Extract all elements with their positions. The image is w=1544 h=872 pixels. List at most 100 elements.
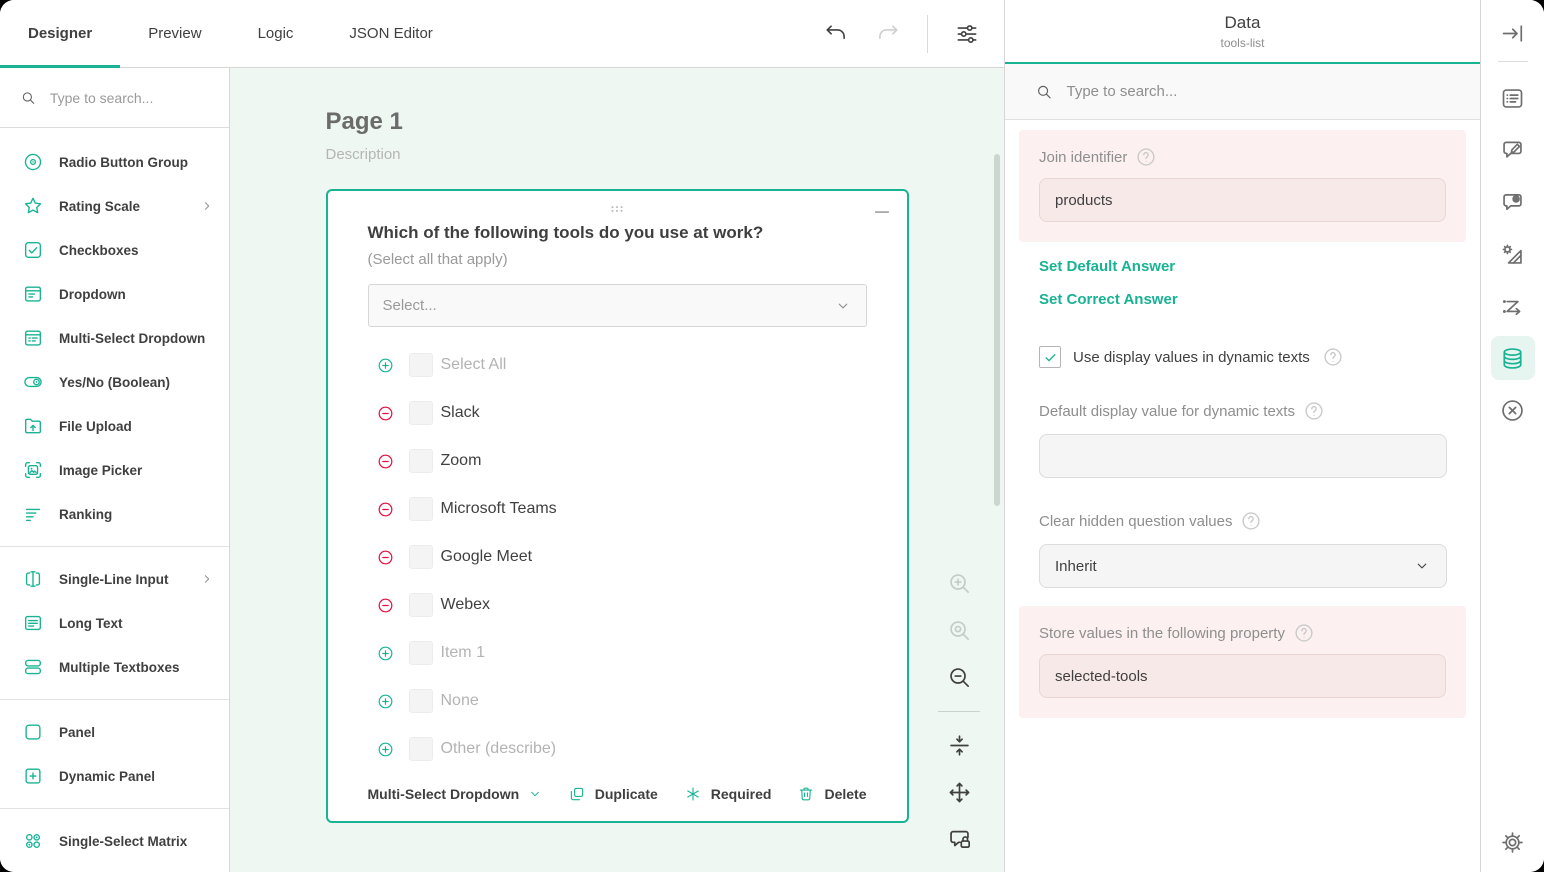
- tab-json-editor[interactable]: JSON Editor: [321, 0, 460, 67]
- zoom-in-icon[interactable]: [946, 570, 973, 597]
- choice-label[interactable]: Google Meet: [441, 548, 533, 566]
- question-type-selector[interactable]: Multi-Select Dropdown: [368, 786, 544, 802]
- join-identifier-input[interactable]: [1039, 178, 1446, 222]
- toolbox-item-boolean[interactable]: Yes/No (Boolean): [0, 360, 229, 404]
- delete-button[interactable]: Delete: [797, 785, 866, 803]
- drag-handle-icon[interactable]: [606, 198, 628, 220]
- required-button[interactable]: Required: [684, 785, 772, 803]
- page-description[interactable]: Description: [326, 146, 909, 163]
- question-description[interactable]: (Select all that apply): [368, 251, 867, 268]
- remove-choice-icon[interactable]: [376, 404, 395, 423]
- tab-logic[interactable]: Logic: [230, 0, 322, 67]
- toolbox-item-radio-button-group[interactable]: Radio Button Group: [0, 140, 229, 184]
- remove-choice-icon[interactable]: [376, 500, 395, 519]
- help-icon[interactable]: [1293, 622, 1315, 644]
- choice-label[interactable]: Microsoft Teams: [441, 500, 557, 518]
- help-icon[interactable]: [1135, 146, 1157, 168]
- toolbox-item-multiple-textboxes[interactable]: Multiple Textboxes: [0, 645, 229, 689]
- toolbox-item-long-text[interactable]: Long Text: [0, 601, 229, 645]
- question-title[interactable]: Which of the following tools do you use …: [368, 223, 867, 243]
- choice-checkbox[interactable]: [409, 497, 433, 521]
- add-choice-icon[interactable]: [376, 356, 395, 375]
- store-values-input[interactable]: [1039, 654, 1446, 698]
- help-icon[interactable]: [1322, 346, 1344, 368]
- choice-checkbox[interactable]: [409, 449, 433, 473]
- choice-label[interactable]: Zoom: [441, 452, 482, 470]
- toolbox-item-dynamic-panel[interactable]: Dynamic Panel: [0, 754, 229, 798]
- choice-checkbox[interactable]: [409, 593, 433, 617]
- category-choices[interactable]: [1491, 124, 1535, 176]
- choice-row-select-all[interactable]: Select All: [368, 341, 867, 389]
- page-title[interactable]: Page 1: [326, 108, 909, 136]
- choice-checkbox[interactable]: [409, 689, 433, 713]
- strip-settings[interactable]: [1499, 829, 1526, 856]
- undo-icon[interactable]: [823, 21, 849, 47]
- toolbox-item-rating-scale[interactable]: Rating Scale: [0, 184, 229, 228]
- choice-checkbox[interactable]: [409, 353, 433, 377]
- choice-checkbox[interactable]: [409, 641, 433, 665]
- choice-row-other[interactable]: Other (describe): [368, 725, 867, 773]
- choice-row-webex[interactable]: Webex: [368, 581, 867, 629]
- choice-row-zoom[interactable]: Zoom: [368, 437, 867, 485]
- use-display-values-checkbox[interactable]: [1039, 346, 1061, 368]
- choice-row-item1[interactable]: Item 1: [368, 629, 867, 677]
- zoom-out-icon[interactable]: [946, 664, 973, 691]
- toolbox-item-dropdown[interactable]: Dropdown: [0, 272, 229, 316]
- choice-checkbox[interactable]: [409, 545, 433, 569]
- remove-choice-icon[interactable]: [376, 452, 395, 471]
- redo-icon[interactable]: [875, 21, 901, 47]
- choice-label[interactable]: Item 1: [441, 644, 485, 662]
- set-default-answer-link[interactable]: Set Default Answer: [1039, 258, 1175, 275]
- toolbox-item-single-line-input[interactable]: Single-Line Input: [0, 557, 229, 601]
- collapse-question-icon[interactable]: [871, 201, 893, 223]
- choice-row-slack[interactable]: Slack: [368, 389, 867, 437]
- choice-row-microsoft-teams[interactable]: Microsoft Teams: [368, 485, 867, 533]
- expand-all-icon[interactable]: [946, 779, 973, 806]
- remove-choice-icon[interactable]: [376, 548, 395, 567]
- category-general[interactable]: [1491, 72, 1535, 124]
- duplicate-button[interactable]: Duplicate: [568, 785, 658, 803]
- collapse-panel-icon[interactable]: [1499, 20, 1526, 47]
- survey-settings-icon[interactable]: [954, 21, 980, 47]
- default-display-value-input[interactable]: [1039, 434, 1447, 478]
- add-choice-icon[interactable]: [376, 740, 395, 759]
- chevron-right-icon[interactable]: [199, 571, 215, 587]
- toolbox-item-single-select-matrix[interactable]: Single-Select Matrix: [0, 819, 229, 863]
- chevron-right-icon[interactable]: [199, 198, 215, 214]
- question-card[interactable]: Which of the following tools do you use …: [326, 189, 909, 823]
- toolbox-item-panel[interactable]: Panel: [0, 710, 229, 754]
- help-icon[interactable]: [1303, 400, 1325, 422]
- choice-checkbox[interactable]: [409, 401, 433, 425]
- property-search-input[interactable]: [1066, 83, 1450, 100]
- category-logic[interactable]: [1491, 280, 1535, 332]
- toolbox-search-input[interactable]: [50, 90, 209, 106]
- toolbox-item-file-upload[interactable]: File Upload: [0, 404, 229, 448]
- choice-label[interactable]: Select All: [441, 356, 507, 374]
- toolbox-item-ranking[interactable]: Ranking: [0, 492, 229, 536]
- clear-hidden-values-dropdown[interactable]: Inherit: [1039, 544, 1447, 588]
- category-choices-from-web[interactable]: [1491, 176, 1535, 228]
- choice-checkbox[interactable]: [409, 737, 433, 761]
- set-correct-answer-link[interactable]: Set Correct Answer: [1039, 291, 1178, 308]
- add-choice-icon[interactable]: [376, 692, 395, 711]
- remove-choice-icon[interactable]: [376, 596, 395, 615]
- tab-preview[interactable]: Preview: [120, 0, 229, 67]
- choice-label[interactable]: Other (describe): [441, 740, 557, 758]
- category-layout[interactable]: [1491, 228, 1535, 280]
- choice-row-none[interactable]: None: [368, 677, 867, 725]
- add-choice-icon[interactable]: [376, 644, 395, 663]
- zoom-reset-icon[interactable]: [946, 617, 973, 644]
- help-icon[interactable]: [1240, 510, 1262, 532]
- choice-label[interactable]: None: [441, 692, 479, 710]
- toolbox-item-checkboxes[interactable]: Checkboxes: [0, 228, 229, 272]
- choice-row-google-meet[interactable]: Google Meet: [368, 533, 867, 581]
- question-select-combobox[interactable]: Select...: [368, 284, 867, 327]
- category-data[interactable]: [1491, 336, 1535, 380]
- choice-label[interactable]: Webex: [441, 596, 491, 614]
- collapse-all-icon[interactable]: [946, 732, 973, 759]
- tab-designer[interactable]: Designer: [0, 0, 120, 67]
- category-validation[interactable]: [1491, 384, 1535, 436]
- canvas-scrollbar[interactable]: [994, 154, 1000, 506]
- toolbox-item-image-picker[interactable]: Image Picker: [0, 448, 229, 492]
- choice-label[interactable]: Slack: [441, 404, 480, 422]
